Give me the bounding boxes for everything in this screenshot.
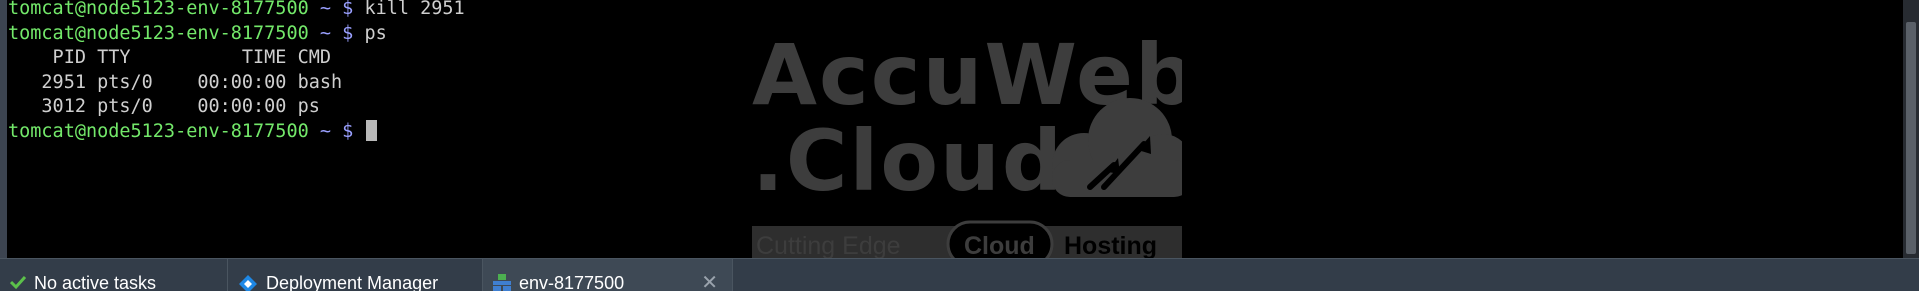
check-icon (10, 275, 26, 290)
watermark-tagline-left: Cutting Edge (756, 232, 901, 258)
terminal-scrollbar[interactable] (1903, 0, 1919, 258)
output-text: PID TTY TIME CMD (8, 47, 332, 68)
output-text: 2951 pts/0 00:00:00 bash (8, 71, 343, 93)
tab-environment[interactable]: env-8177500 ✕ (482, 259, 733, 291)
output-text: 3012 pts/0 00:00:00 ps (8, 96, 320, 117)
tab-label: Deployment Manager (266, 273, 439, 291)
accuweb-cloud-watermark: AccuWeb .Cloud Cutting Edge Cloud Hostin… (752, 26, 1182, 258)
tab-label: No active tasks (34, 273, 157, 291)
prompt-symbol: $ (342, 120, 354, 142)
prompt-symbol: $ (342, 22, 354, 44)
scrollbar-thumb[interactable] (1906, 22, 1916, 254)
terminal-window[interactable]: AccuWeb .Cloud Cutting Edge Cloud Hostin… (0, 0, 1919, 258)
tab-no-active-tasks[interactable]: No active tasks (0, 259, 226, 291)
text-cursor (366, 119, 378, 141)
close-icon[interactable]: ✕ (701, 270, 718, 291)
output-line: PID TTY TIME CMD (8, 46, 465, 71)
watermark-tagline-mid: Cloud (964, 232, 1035, 258)
prompt-cwd: ~ (319, 120, 332, 142)
tab-deployment-manager[interactable]: Deployment Manager (227, 259, 481, 291)
prompt-symbol: $ (342, 0, 354, 19)
prompt-cwd: ~ (319, 22, 332, 44)
terminal-output: tomcat@node5123-env-8177500 ~ $ kill 295… (8, 0, 465, 144)
prompt-line: tomcat@node5123-env-8177500 ~ $ (8, 119, 465, 145)
output-line: 2951 pts/0 00:00:00 bash (8, 71, 465, 96)
command-text: ps (364, 22, 387, 44)
command-text: kill 2951 (364, 0, 465, 19)
tab-label: env-8177500 (519, 273, 625, 291)
prompt-line: tomcat@node5123-env-8177500 ~ $ ps (8, 22, 465, 47)
deployment-icon (239, 275, 257, 291)
watermark-tagline-right: Hosting (1064, 232, 1157, 258)
prompt-cwd: ~ (319, 0, 332, 19)
output-line: 3012 pts/0 00:00:00 ps (8, 95, 465, 120)
bottom-taskbar: No active tasks Deployment Manager env-8… (0, 258, 1919, 291)
prompt-line: tomcat@node5123-env-8177500 ~ $ kill 295… (8, 0, 465, 22)
prompt-user: tomcat@node5123-env-8177500 (8, 22, 309, 44)
watermark-cloud-text: .Cloud (752, 112, 1064, 210)
prompt-user: tomcat@node5123-env-8177500 (8, 0, 309, 19)
environment-icon (493, 274, 511, 291)
prompt-user: tomcat@node5123-env-8177500 (8, 120, 309, 142)
